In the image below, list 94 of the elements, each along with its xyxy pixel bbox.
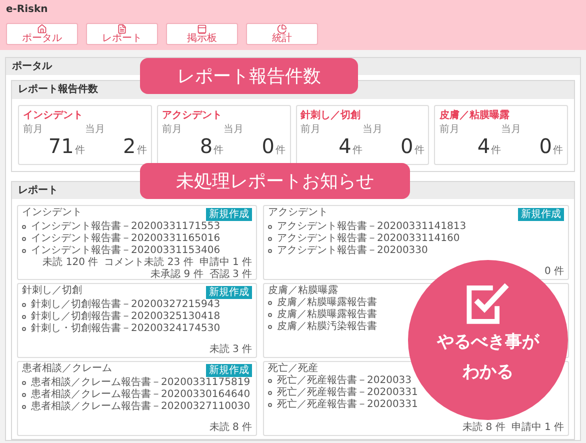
report-link[interactable]: 皮膚／粘膜曝露報告書 bbox=[277, 309, 377, 321]
report-title: インシデント bbox=[22, 207, 82, 219]
count-unit: 件 bbox=[352, 146, 362, 156]
bullet-icon bbox=[22, 237, 26, 241]
period-label: 当月 bbox=[84, 124, 105, 136]
bullet-icon bbox=[268, 301, 272, 305]
nav-button[interactable]: ポータル bbox=[6, 23, 78, 45]
count-unit: 件 bbox=[74, 146, 85, 156]
board-icon bbox=[196, 24, 208, 34]
nav-button[interactable]: 統計 bbox=[246, 23, 318, 45]
checkbox-icon bbox=[465, 282, 511, 326]
report-link[interactable]: 皮膚／粘膜汚染報告書 bbox=[277, 321, 377, 333]
report-status: 未読 120 件 bbox=[42, 257, 98, 269]
count-title: 針刺し／切創 bbox=[300, 109, 362, 122]
bullet-icon bbox=[268, 391, 272, 395]
report-title: 患者相談／クレーム bbox=[22, 363, 112, 375]
badge-text: やるべき事が bbox=[437, 331, 539, 354]
period-label: 当月 bbox=[224, 124, 244, 136]
period-label: 前月 bbox=[300, 124, 320, 136]
count-value: 0 bbox=[400, 136, 414, 156]
bullet-icon bbox=[268, 325, 272, 329]
report-status: 0 件 bbox=[544, 266, 564, 278]
bullet-icon bbox=[22, 327, 26, 331]
report-link[interactable]: アクシデント報告書－2020033114160 bbox=[277, 233, 460, 245]
count-title: インシデント bbox=[23, 109, 84, 122]
report-title: 針刺し／切創 bbox=[22, 285, 82, 297]
count-unit: 件 bbox=[276, 146, 286, 156]
pie-chart-icon bbox=[276, 24, 288, 34]
report-link[interactable]: インシデント報告書－20200331153406 bbox=[31, 245, 220, 257]
report-status: 未承認 9 件 bbox=[150, 269, 204, 281]
count-unit: 件 bbox=[214, 146, 224, 156]
report-link[interactable]: アクシデント報告書－20200331141813 bbox=[277, 221, 466, 233]
bullet-icon bbox=[22, 315, 26, 319]
report-status: 未読 8 件 bbox=[462, 422, 506, 434]
report-link[interactable]: 針刺し／切創報告書－20200327215943 bbox=[31, 299, 220, 311]
callout-banner: 未処理レポートお知らせ bbox=[140, 163, 410, 199]
bullet-icon bbox=[268, 237, 272, 241]
count-unit: 件 bbox=[491, 146, 502, 156]
nav-button[interactable]: レポート bbox=[86, 23, 158, 45]
report-status: 申請中 1 件 bbox=[511, 422, 564, 434]
report-link[interactable]: インシデント報告書－20200331171553 bbox=[31, 221, 220, 233]
count-unit: 件 bbox=[136, 146, 147, 156]
bullet-icon bbox=[268, 313, 272, 317]
report-link[interactable]: 皮膚／粘膜曝露報告書 bbox=[277, 297, 377, 309]
count-value: 71 bbox=[48, 136, 74, 156]
report-link[interactable]: 死亡／死産報告書－20200331 bbox=[277, 387, 418, 399]
report-link[interactable]: 針刺し／切創報告書－20200325130418 bbox=[31, 311, 220, 323]
report-status: 申請中 1 件 bbox=[199, 257, 252, 268]
report-link[interactable]: 死亡／死産報告書－20200331 bbox=[277, 399, 418, 411]
bullet-icon bbox=[22, 381, 26, 385]
badge-text: わかる bbox=[462, 361, 514, 384]
report-title: 死亡／死産 bbox=[268, 363, 318, 374]
report-title: 皮膚／粘膜曝露 bbox=[268, 285, 338, 296]
callout-banner: レポート報告件数 bbox=[140, 58, 358, 94]
nav-button[interactable]: 掲示板 bbox=[166, 23, 238, 45]
report-status: 未読 8 件 bbox=[209, 422, 252, 434]
count-value: 2 bbox=[123, 136, 136, 156]
period-label: 前月 bbox=[439, 124, 460, 136]
count-value: 8 bbox=[200, 136, 213, 156]
count-value: 4 bbox=[477, 136, 490, 156]
bullet-icon bbox=[22, 225, 26, 229]
count-title: 皮膚／粘膜曝露 bbox=[439, 109, 510, 122]
home-icon bbox=[36, 24, 48, 34]
bullet-icon bbox=[268, 379, 272, 383]
bullet-icon bbox=[268, 225, 272, 229]
report-link[interactable]: 患者相談／クレーム報告書－20200327110030 bbox=[31, 401, 250, 413]
bullet-icon bbox=[22, 393, 26, 397]
report-link[interactable]: インシデント報告書－20200331165016 bbox=[31, 233, 220, 245]
report-title: アクシデント bbox=[268, 207, 328, 219]
report-status: 否認 3 件 bbox=[209, 269, 252, 281]
report-link[interactable]: 死亡／死産報告書－2020033 bbox=[277, 375, 412, 387]
count-unit: 件 bbox=[553, 146, 563, 156]
document-icon bbox=[116, 24, 128, 34]
bullet-icon bbox=[268, 249, 272, 253]
period-label: 前月 bbox=[23, 124, 43, 136]
report-link[interactable]: 患者相談／クレーム報告書－20200331175819 bbox=[31, 377, 250, 389]
report-link[interactable]: アクシデント報告書－20200330 bbox=[277, 245, 428, 257]
period-label: 当月 bbox=[501, 124, 522, 136]
count-unit: 件 bbox=[414, 146, 424, 156]
report-status: 未読 3 件 bbox=[209, 344, 252, 356]
bullet-icon bbox=[22, 303, 26, 307]
report-link[interactable]: 患者相談／クレーム報告書－20200330164640 bbox=[31, 389, 250, 401]
bullet-icon bbox=[22, 249, 26, 253]
period-label: 前月 bbox=[162, 124, 182, 136]
count-value: 0 bbox=[539, 136, 552, 156]
bullet-icon bbox=[268, 403, 272, 407]
count-value: 0 bbox=[262, 136, 274, 156]
count-title: アクシデント bbox=[162, 109, 223, 122]
app-title: e-Riskn bbox=[6, 3, 49, 17]
period-label: 当月 bbox=[362, 124, 382, 136]
report-link[interactable]: 針刺し・切創報告書－20200324174530 bbox=[31, 323, 220, 335]
count-value: 4 bbox=[338, 136, 352, 156]
report-status: コメント未読 23 件 bbox=[104, 257, 194, 268]
bullet-icon bbox=[22, 405, 26, 409]
